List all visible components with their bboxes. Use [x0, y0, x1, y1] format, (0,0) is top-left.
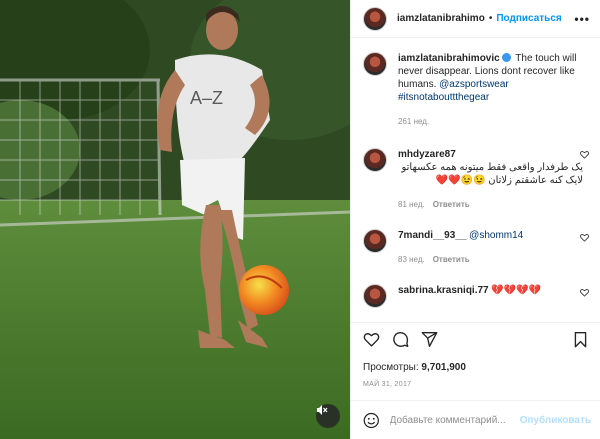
header-separator: • — [488, 13, 493, 24]
mute-button[interactable] — [316, 404, 340, 428]
comment-text: یک طرفدار واقعی فقط میتونه همه عکسهاتو ل… — [401, 162, 583, 186]
instagram-post: A–Z iamzlatanibrahimo • Подписаться ••• … — [0, 0, 600, 439]
comment-icon[interactable] — [392, 331, 409, 348]
comment-username[interactable]: 7mandi__93__ — [398, 230, 466, 241]
emoji-icon[interactable] — [363, 411, 380, 430]
avatar[interactable] — [363, 6, 387, 31]
post-video[interactable]: A–Z — [0, 0, 350, 439]
comment-body: 7mandi__93__ @shomm14 83 нед. Ответить — [398, 229, 583, 266]
avatar[interactable] — [363, 148, 387, 172]
more-options-button[interactable]: ••• — [574, 12, 590, 26]
follow-button[interactable]: Подписаться — [496, 13, 561, 24]
views-value: 9,701,900 — [421, 362, 466, 373]
football — [239, 265, 289, 315]
comment-body: mhdyzare87 یک طرفدار واقعی فقط میتونه هم… — [398, 148, 583, 211]
comment-text: 💔💔💔💔 — [491, 285, 542, 296]
comment-item: sabrina.krasniqi.77 💔💔💔💔 — [363, 284, 589, 308]
comment-username[interactable]: mhdyzare87 — [398, 149, 456, 160]
caption-body: iamzlatanibrahimovic The touch will neve… — [398, 52, 583, 128]
comment-body: sabrina.krasniqi.77 💔💔💔💔 — [398, 284, 583, 297]
comment-like-heart-icon[interactable] — [580, 233, 589, 242]
avatar[interactable] — [363, 52, 387, 76]
paper-plane-icon[interactable] — [421, 331, 438, 348]
comments-list[interactable]: iamzlatanibrahimovic The touch will neve… — [351, 38, 600, 322]
caption: iamzlatanibrahimovic The touch will neve… — [363, 52, 589, 128]
comment-time[interactable]: 81 нед. — [398, 198, 425, 211]
comment-like-heart-icon[interactable] — [580, 288, 589, 297]
caption-username[interactable]: iamzlatanibrahimovic — [398, 53, 500, 64]
heart-icon[interactable] — [363, 331, 380, 348]
shirt-logo-text: A–Z — [190, 88, 223, 108]
avatar[interactable] — [363, 229, 387, 253]
speaker-muted-icon — [317, 405, 328, 415]
comment-text[interactable]: @shomm14 — [469, 230, 523, 241]
comment-like-heart-icon[interactable] — [580, 150, 589, 159]
comment-item: mhdyzare87 یک طرفدار واقعی فقط میتونه هم… — [363, 148, 589, 211]
bookmark-icon[interactable] — [572, 331, 589, 348]
comment-meta: 81 нед. Ответить — [398, 198, 583, 211]
caption-meta: 261 нед. — [398, 115, 583, 128]
reply-button[interactable]: Ответить — [433, 253, 470, 266]
comment-item: 7mandi__93__ @shomm14 83 нед. Ответить — [363, 229, 589, 266]
comment-time[interactable]: 83 нед. — [398, 253, 425, 266]
header-username[interactable]: iamzlatanibrahimo — [397, 13, 485, 24]
post-actions — [351, 322, 600, 356]
view-count[interactable]: Просмотры: 9,701,900 — [363, 362, 466, 373]
publish-button[interactable]: Опубликовать — [520, 415, 591, 426]
caption-hashtag[interactable]: #itsnotabouttthegear — [398, 92, 489, 103]
post-sidebar: iamzlatanibrahimo • Подписаться ••• iamz… — [350, 0, 600, 439]
add-comment-bar: Опубликовать — [351, 400, 600, 439]
post-date[interactable]: МАЙ 31, 2017 — [363, 381, 411, 388]
avatar[interactable] — [363, 284, 387, 308]
comment-meta: 83 нед. Ответить — [398, 253, 583, 266]
comment-input[interactable] — [389, 414, 520, 426]
comment-username[interactable]: sabrina.krasniqi.77 — [398, 285, 489, 296]
caption-time[interactable]: 261 нед. — [398, 115, 429, 128]
views-label: Просмотры: — [363, 362, 419, 373]
reply-button[interactable]: Ответить — [433, 198, 470, 211]
video-frame: A–Z — [0, 0, 350, 439]
verified-badge-icon — [501, 53, 511, 62]
post-header: iamzlatanibrahimo • Подписаться ••• — [351, 0, 600, 38]
caption-mention[interactable]: @azsportswear — [439, 79, 509, 90]
